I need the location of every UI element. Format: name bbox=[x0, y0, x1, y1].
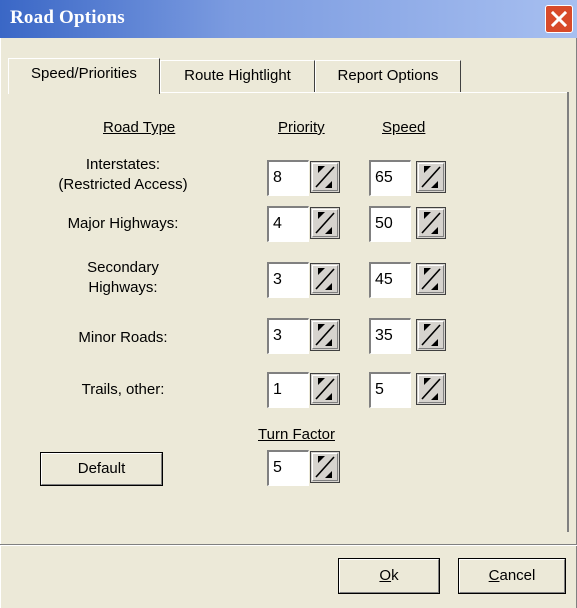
major-highways-speed-spinner[interactable] bbox=[416, 207, 446, 239]
spin-arrows-icon bbox=[421, 166, 441, 188]
road-type-header: Road Type bbox=[103, 119, 176, 136]
spin-arrows-icon bbox=[421, 268, 441, 290]
spin-arrows-icon bbox=[315, 378, 335, 400]
secondary-highways-label: Secondary Highways: bbox=[87, 259, 159, 296]
spin-arrows-icon bbox=[421, 212, 441, 234]
tab-panel-edge bbox=[567, 92, 569, 532]
minor-roads-label: Minor Roads: bbox=[78, 329, 168, 346]
secondary-highways-priority-input[interactable]: 3 bbox=[267, 262, 309, 298]
ok-button-label: Ok bbox=[379, 567, 399, 584]
spin-arrows-icon bbox=[315, 212, 335, 234]
major-highways-label: Major Highways: bbox=[67, 215, 179, 232]
spin-arrows-icon bbox=[315, 456, 335, 478]
cancel-button-label: Cancel bbox=[488, 567, 536, 584]
tab-label: Route Hightlight bbox=[184, 67, 291, 84]
default-button-label: Default bbox=[77, 460, 126, 477]
minor-roads-speed-spinner[interactable] bbox=[416, 319, 446, 351]
major-highways-speed-input[interactable]: 50 bbox=[369, 206, 411, 242]
interstates-priority-spinner[interactable] bbox=[310, 161, 340, 193]
interstates-label: Interstates: (Restricted Access) bbox=[58, 156, 188, 193]
spin-arrows-icon bbox=[315, 166, 335, 188]
trails-speed-spinner[interactable] bbox=[416, 373, 446, 405]
window-edge bbox=[0, 38, 1, 608]
priority-header: Priority bbox=[278, 119, 325, 136]
turn-factor-input[interactable]: 5 bbox=[267, 450, 309, 486]
tab-label: Speed/Priorities bbox=[31, 65, 137, 82]
tab-speed-priorities[interactable]: Speed/Priorities bbox=[8, 58, 160, 94]
close-icon bbox=[551, 11, 567, 27]
major-highways-priority-spinner[interactable] bbox=[310, 207, 340, 239]
spin-arrows-icon bbox=[315, 268, 335, 290]
trails-priority-input[interactable]: 1 bbox=[267, 372, 309, 408]
interstates-speed-input[interactable]: 65 bbox=[369, 160, 411, 196]
tab-report-options[interactable]: Report Options bbox=[315, 60, 461, 92]
interstates-speed-spinner[interactable] bbox=[416, 161, 446, 193]
window-title: Road Options bbox=[10, 7, 125, 28]
secondary-highways-speed-spinner[interactable] bbox=[416, 263, 446, 295]
spin-arrows-icon bbox=[421, 324, 441, 346]
cancel-button[interactable]: Cancel bbox=[458, 558, 566, 594]
interstates-priority-input[interactable]: 8 bbox=[267, 160, 309, 196]
close-button[interactable] bbox=[545, 5, 573, 33]
secondary-highways-priority-spinner[interactable] bbox=[310, 263, 340, 295]
ok-button[interactable]: Ok bbox=[338, 558, 440, 594]
default-button[interactable]: Default bbox=[40, 452, 163, 486]
minor-roads-priority-input[interactable]: 3 bbox=[267, 318, 309, 354]
title-bar[interactable]: Road Options bbox=[0, 0, 577, 38]
spin-arrows-icon bbox=[421, 378, 441, 400]
separator bbox=[0, 545, 577, 546]
major-highways-priority-input[interactable]: 4 bbox=[267, 206, 309, 242]
secondary-highways-speed-input[interactable]: 45 bbox=[369, 262, 411, 298]
tab-label: Report Options bbox=[337, 67, 439, 84]
minor-roads-speed-input[interactable]: 35 bbox=[369, 318, 411, 354]
trails-priority-spinner[interactable] bbox=[310, 373, 340, 405]
turn-factor-label: Turn Factor bbox=[258, 426, 335, 443]
tab-route-highlight[interactable]: Route Hightlight bbox=[160, 60, 315, 92]
road-options-dialog: Road Options Speed/Priorities Route High… bbox=[0, 0, 577, 608]
trails-label: Trails, other: bbox=[81, 381, 165, 398]
trails-speed-input[interactable]: 5 bbox=[369, 372, 411, 408]
turn-factor-spinner[interactable] bbox=[310, 451, 340, 483]
spin-arrows-icon bbox=[315, 324, 335, 346]
minor-roads-priority-spinner[interactable] bbox=[310, 319, 340, 351]
speed-header: Speed bbox=[382, 119, 426, 136]
